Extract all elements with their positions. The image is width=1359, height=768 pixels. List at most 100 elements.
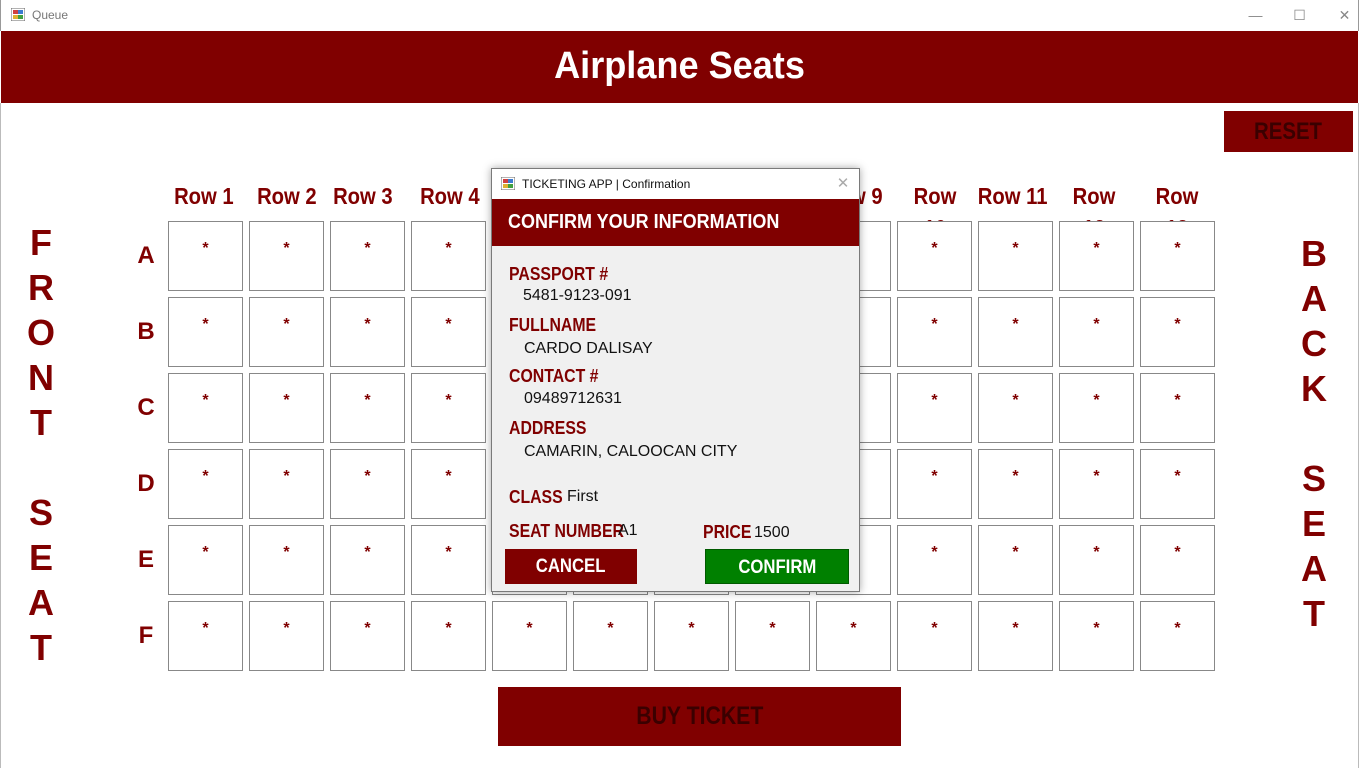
front-seat-letter: S xyxy=(28,492,53,533)
seat-button[interactable]: * xyxy=(411,297,486,367)
seat-button[interactable]: * xyxy=(1140,601,1215,671)
seat-button[interactable]: * xyxy=(1059,601,1134,671)
contact-label: CONTACT # xyxy=(509,366,599,386)
front-seat-letter: N xyxy=(28,357,54,398)
front-seat-letter: E xyxy=(28,537,53,578)
seat-button[interactable]: * xyxy=(249,221,324,291)
column-label: Row 4 xyxy=(410,180,490,212)
minimize-button[interactable]: — xyxy=(1233,0,1278,30)
row-label: E xyxy=(137,546,154,573)
seat-button[interactable]: * xyxy=(735,601,810,671)
seat-button[interactable]: * xyxy=(978,221,1053,291)
cancel-button[interactable]: CANCEL xyxy=(505,549,637,584)
seat-button[interactable]: * xyxy=(168,373,243,443)
back-seat-letter: A xyxy=(1301,278,1327,319)
front-seat-letter: A xyxy=(28,582,54,623)
seat-button[interactable]: * xyxy=(1140,373,1215,443)
dialog-titlebar: TICKETING APP | Confirmation ✕ xyxy=(492,169,859,199)
front-seat-letter: R xyxy=(28,267,54,308)
contact-value: 09489712631 xyxy=(524,390,622,407)
seat-button[interactable]: * xyxy=(816,601,891,671)
seat-button[interactable]: * xyxy=(168,601,243,671)
seat-button[interactable]: * xyxy=(330,373,405,443)
seat-button[interactable]: * xyxy=(978,449,1053,519)
seat-button[interactable]: * xyxy=(411,601,486,671)
seat-button[interactable]: * xyxy=(492,601,567,671)
fullname-label: FULLNAME xyxy=(509,315,597,335)
column-label-text: Row 2 xyxy=(257,183,317,209)
seat-button[interactable]: * xyxy=(330,297,405,367)
seat-button[interactable]: * xyxy=(1140,297,1215,367)
seat-button[interactable]: * xyxy=(1140,221,1215,291)
seat-button[interactable]: * xyxy=(168,297,243,367)
seat-button[interactable]: * xyxy=(411,449,486,519)
seat-button[interactable]: * xyxy=(573,601,648,671)
column-label-text: Row 1 xyxy=(174,183,234,209)
seat-button[interactable]: * xyxy=(168,221,243,291)
seat-button[interactable]: * xyxy=(654,601,729,671)
column-label: Row 3 xyxy=(323,180,403,212)
seat-button[interactable]: * xyxy=(168,449,243,519)
seat-button[interactable]: * xyxy=(1059,525,1134,595)
back-seat-letter xyxy=(1294,411,1334,456)
back-seat-letter: K xyxy=(1301,368,1327,409)
column-label-text: Row 4 xyxy=(420,183,480,209)
front-seat-letter: T xyxy=(30,402,52,443)
seat-button[interactable]: * xyxy=(1059,297,1134,367)
front-seat-letter: F xyxy=(30,222,52,263)
dialog-header: CONFIRM YOUR INFORMATION xyxy=(492,199,859,246)
seat-button[interactable]: * xyxy=(249,297,324,367)
seat-button[interactable]: * xyxy=(249,373,324,443)
seat-button[interactable]: * xyxy=(168,525,243,595)
fullname-value: CARDO DALISAY xyxy=(524,340,653,357)
seat-button[interactable]: * xyxy=(897,449,972,519)
column-label: Row 11 xyxy=(973,180,1053,212)
front-seat-letter: T xyxy=(30,627,52,668)
dialog-close-button[interactable]: ✕ xyxy=(832,173,854,195)
row-label: F xyxy=(138,622,154,649)
price-value: 1500 xyxy=(754,524,790,541)
back-seat-letter: C xyxy=(1301,323,1327,364)
address-label: ADDRESS xyxy=(509,418,587,438)
window-titlebar: Queue — ☐ ✕ xyxy=(0,0,1359,31)
class-label: CLASS xyxy=(509,487,563,507)
seat-button[interactable]: * xyxy=(330,525,405,595)
seat-button[interactable]: * xyxy=(411,221,486,291)
back-seat-letter: T xyxy=(1303,593,1325,634)
back-seat-letter: S xyxy=(1301,458,1326,499)
seat-button[interactable]: * xyxy=(978,373,1053,443)
class-value: First xyxy=(567,488,599,505)
dialog-title: TICKETING APP | Confirmation xyxy=(522,177,691,191)
seat-button[interactable]: * xyxy=(330,449,405,519)
seat-button[interactable]: * xyxy=(1059,373,1134,443)
seat-button[interactable]: * xyxy=(330,221,405,291)
reset-button[interactable]: RESET xyxy=(1224,111,1353,152)
buy-ticket-label: BUY TICKET xyxy=(635,702,764,730)
seat-button[interactable]: * xyxy=(411,373,486,443)
seat-button[interactable]: * xyxy=(978,601,1053,671)
seat-button[interactable]: * xyxy=(897,601,972,671)
back-seat-letter: B xyxy=(1301,233,1327,274)
seat-button[interactable]: * xyxy=(1059,449,1134,519)
seat-button[interactable]: * xyxy=(411,525,486,595)
dialog-heading: CONFIRM YOUR INFORMATION xyxy=(508,211,780,233)
seat-button[interactable]: * xyxy=(978,297,1053,367)
maximize-button[interactable]: ☐ xyxy=(1277,0,1322,30)
seat-button[interactable]: * xyxy=(249,601,324,671)
close-button[interactable]: ✕ xyxy=(1322,0,1359,30)
seat-button[interactable]: * xyxy=(1059,221,1134,291)
seat-button[interactable]: * xyxy=(897,297,972,367)
confirm-button[interactable]: CONFIRM xyxy=(705,549,849,584)
seat-button[interactable]: * xyxy=(330,601,405,671)
seat-button[interactable]: * xyxy=(249,525,324,595)
seat-button[interactable]: * xyxy=(1140,525,1215,595)
seat-button[interactable]: * xyxy=(249,449,324,519)
column-label: Row 13 xyxy=(1137,180,1217,241)
seat-button[interactable]: * xyxy=(897,221,972,291)
seat-button[interactable]: * xyxy=(1140,449,1215,519)
confirmation-dialog: TICKETING APP | Confirmation ✕ CONFIRM Y… xyxy=(491,168,860,592)
buy-ticket-button[interactable]: BUY TICKET xyxy=(498,687,901,746)
seat-button[interactable]: * xyxy=(897,373,972,443)
seat-button[interactable]: * xyxy=(897,525,972,595)
seat-button[interactable]: * xyxy=(978,525,1053,595)
